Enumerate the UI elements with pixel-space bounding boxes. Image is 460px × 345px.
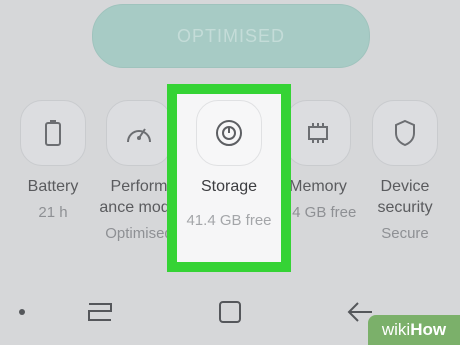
wikihow-watermark: wiki How: [368, 315, 460, 345]
home-icon[interactable]: [210, 294, 250, 330]
shield-icon: [372, 100, 438, 166]
tile-device-security[interactable]: Device security Secure: [360, 100, 450, 243]
tile-storage-label: Storage: [200, 178, 258, 195]
watermark-part1: wiki: [381, 320, 411, 339]
storage-disc-icon: [196, 100, 262, 166]
optimise-button-label: OPTIMISED: [176, 25, 285, 46]
recent-apps-icon[interactable]: [80, 294, 120, 330]
tile-battery-label: Battery: [27, 178, 79, 195]
device-care-screen: OPTIMISED Battery 21 h Perform ance mode…: [0, 0, 460, 280]
optimise-button[interactable]: OPTIMISED: [92, 4, 370, 68]
tile-security-value: Secure: [381, 225, 429, 242]
watermark-part2: How: [410, 320, 447, 339]
speedometer-icon: [106, 100, 172, 166]
tile-battery-value: 21 h: [38, 204, 68, 221]
tile-security-label: Device security: [377, 178, 433, 216]
memory-chip-icon: [285, 100, 351, 166]
battery-icon: [20, 100, 86, 166]
tile-storage[interactable]: Storage 41.4 GB free: [177, 94, 281, 262]
tile-storage-value: 41.4 GB free: [186, 212, 272, 229]
tile-battery[interactable]: Battery 21 h: [8, 100, 98, 222]
dot-icon[interactable]: [2, 294, 42, 330]
